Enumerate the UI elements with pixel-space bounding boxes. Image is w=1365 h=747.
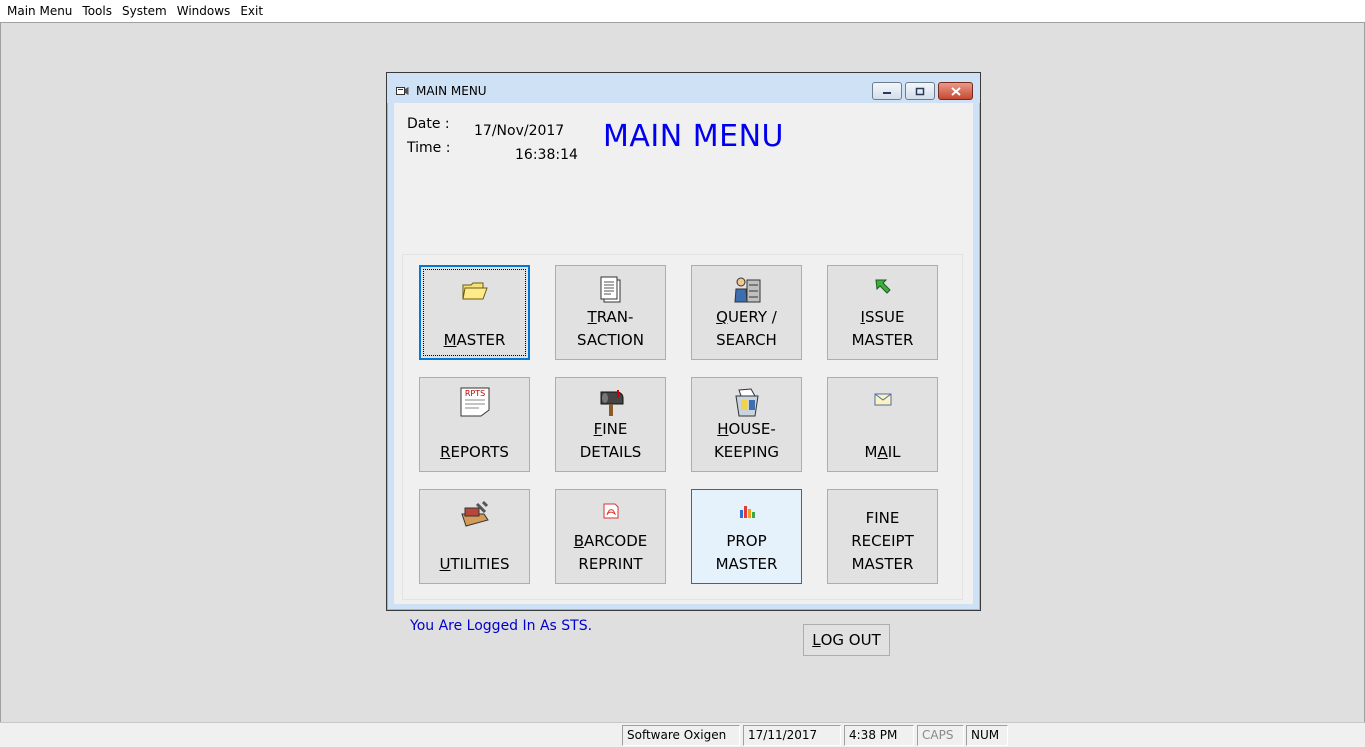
menu-main-menu[interactable]: Main Menu xyxy=(2,0,77,23)
toolbox-icon xyxy=(460,500,489,527)
status-date: 17/11/2017 xyxy=(743,725,841,746)
menu-system[interactable]: System xyxy=(117,0,172,23)
utilities-button[interactable]: UTILITIES xyxy=(419,489,530,584)
mailbox-icon xyxy=(600,390,623,416)
query-label-line2: SEARCH xyxy=(716,331,777,349)
envelope-icon xyxy=(874,393,891,406)
reports-label: REPORTS xyxy=(440,443,509,461)
time-label: Time : xyxy=(407,140,451,156)
mail-label: MAIL xyxy=(864,443,901,461)
window-client-area: Date : Time : 17/Nov/2017 16:38:14 MAIN … xyxy=(394,103,973,656)
minimize-icon xyxy=(883,92,891,94)
transaction-button[interactable]: TRAN- SACTION xyxy=(555,265,666,360)
time-value: 16:38:14 xyxy=(515,147,578,163)
issue-label-line2: MASTER xyxy=(851,331,914,349)
page-title: MAIN MENU xyxy=(603,119,784,154)
person-cabinet-icon xyxy=(733,277,760,303)
menu-bar: Main Menu Tools System Windows Exit xyxy=(0,0,1365,23)
restore-icon xyxy=(915,87,925,95)
fine-details-button[interactable]: FINE DETAILS xyxy=(555,377,666,472)
fine-receipt-label-line1: FINE xyxy=(865,509,900,527)
transaction-label-line2: SACTION xyxy=(577,331,644,349)
housekeeping-button[interactable]: HOUSE- KEEPING xyxy=(691,377,802,472)
fine-receipt-label-line3: MASTER xyxy=(851,555,914,573)
window-title: MAIN MENU xyxy=(416,84,487,98)
status-time: 4:38 PM xyxy=(844,725,914,746)
prop-label-line2: MASTER xyxy=(715,555,778,573)
status-bar: Software Oxigen 17/11/2017 4:38 PM CAPS … xyxy=(0,722,1365,747)
prop-master-button[interactable]: PROP MASTER xyxy=(691,489,802,584)
issue-label-line1: ISSUE xyxy=(860,308,905,326)
fine-label-line1: FINE xyxy=(593,420,628,438)
menu-tools[interactable]: Tools xyxy=(77,0,117,23)
date-value: 17/Nov/2017 xyxy=(474,123,565,139)
main-menu-window: MAIN MENU Date : Time : 17/Nov/2017 16:3… xyxy=(386,72,981,656)
barcode-label-line2: REPRINT xyxy=(578,555,643,573)
issue-master-button[interactable]: ISSUE MASTER xyxy=(827,265,938,360)
barcode-label-line1: BARCODE xyxy=(573,532,648,550)
fine-receipt-master-button[interactable]: FINE RECEIPT MASTER xyxy=(827,489,938,584)
app-icon xyxy=(396,87,409,95)
status-app-name: Software Oxigen xyxy=(622,725,740,746)
logged-in-status: You Are Logged In As STS. xyxy=(410,618,593,634)
svg-text:RPTS: RPTS xyxy=(464,389,484,398)
pdf-icon xyxy=(603,503,618,519)
green-arrow-icon xyxy=(874,279,891,294)
minimize-button[interactable] xyxy=(872,82,902,100)
query-label-line1: QUERY / xyxy=(716,308,777,326)
master-label: MASTER xyxy=(443,331,506,349)
menu-exit[interactable]: Exit xyxy=(235,0,268,23)
reports-button[interactable]: RPTS REPORTS xyxy=(419,377,530,472)
fine-receipt-label-line2: RECEIPT xyxy=(851,532,914,550)
logout-button[interactable]: L OG OUT xyxy=(803,624,890,656)
barcode-reprint-button[interactable]: BARCODE REPRINT xyxy=(555,489,666,584)
report-icon: RPTS xyxy=(460,387,489,417)
query-search-button[interactable]: QUERY / SEARCH xyxy=(691,265,802,360)
status-caps: CAPS xyxy=(917,725,964,746)
prop-label-line1: PROP xyxy=(726,532,767,550)
close-button[interactable] xyxy=(938,82,973,100)
recycle-bin-icon xyxy=(734,388,759,417)
document-icon xyxy=(600,276,620,303)
transaction-label-line1: TRAN- xyxy=(587,308,634,326)
utilities-label: UTILITIES xyxy=(439,555,510,573)
housekeeping-label-line1: HOUSE- xyxy=(717,420,776,438)
mail-button[interactable]: MAIL xyxy=(827,377,938,472)
restore-button[interactable] xyxy=(905,82,935,100)
bar-chart-icon xyxy=(739,506,755,518)
folder-icon xyxy=(461,282,488,300)
fine-label-line2: DETAILS xyxy=(579,443,642,461)
close-icon xyxy=(950,86,961,96)
status-num: NUM xyxy=(966,725,1008,746)
menu-windows[interactable]: Windows xyxy=(172,0,236,23)
menu-tile-panel: MASTER TRAN- SACTION QUERY / SEARCH ISSU… xyxy=(402,254,963,600)
window-title-bar[interactable]: MAIN MENU xyxy=(387,73,980,103)
master-button[interactable]: MASTER xyxy=(419,265,530,360)
housekeeping-label-line2: KEEPING xyxy=(713,443,780,461)
date-label: Date : xyxy=(407,116,450,132)
